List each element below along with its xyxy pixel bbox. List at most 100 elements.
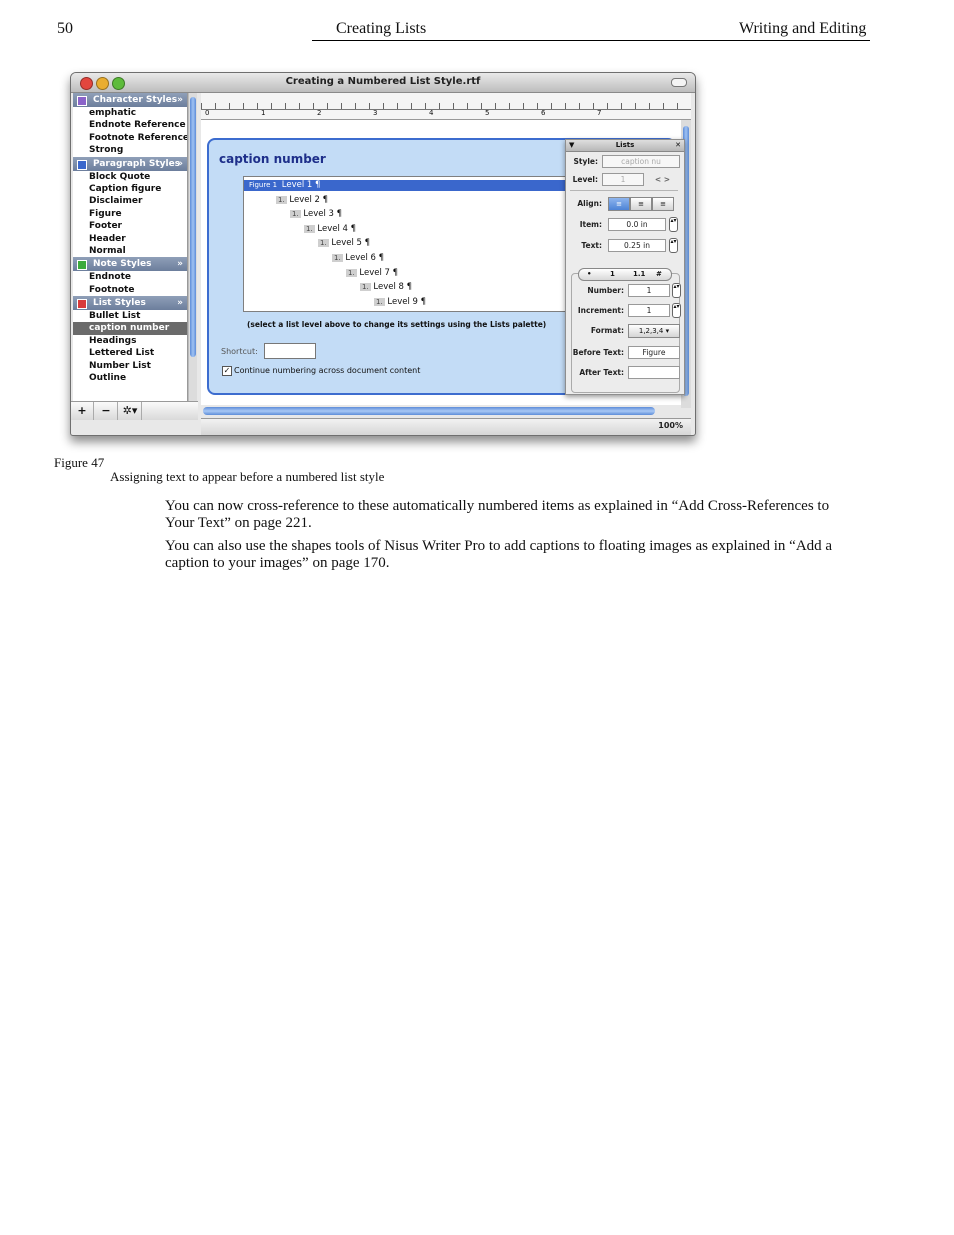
number-stepper[interactable]: ▴▾ — [672, 283, 681, 298]
item-indent-field[interactable]: 0.0 in — [608, 218, 666, 231]
style-actions-menu[interactable]: ✲▾ — [119, 402, 142, 420]
zoom-level[interactable]: 100% — [658, 421, 683, 430]
list-type-tab[interactable]: 1 — [610, 269, 615, 280]
style-popup[interactable]: caption nu — [602, 155, 680, 168]
window-titlebar: Creating a Numbered List Style.rtf — [71, 73, 695, 93]
align-right-icon[interactable]: ≡ — [652, 197, 674, 211]
sidebar-style-item[interactable]: caption number — [73, 322, 187, 335]
sidebar-section-title: Paragraph Styles — [93, 158, 181, 169]
sidebar-style-item[interactable]: Normal — [73, 245, 187, 257]
list-level-row[interactable]: Figure 1 Level 1 ¶ — [244, 180, 577, 191]
ruler-number: 1 — [261, 109, 266, 117]
list-level-row[interactable]: 1. Level 3 ¶ — [290, 209, 342, 220]
list-type-tab[interactable]: 1.1 — [633, 269, 645, 280]
list-levels-box[interactable]: Figure 1 Level 1 ¶ 1. Level 2 ¶ 1. Level 3… — [243, 176, 577, 312]
align-label: Align: — [577, 199, 602, 208]
add-style-button[interactable]: + — [71, 402, 94, 420]
level-prefix: 1. — [290, 210, 301, 219]
lists-palette: ▼ Lists ✕ Style: caption nu Level: 1 < >… — [565, 139, 685, 395]
separator — [570, 190, 678, 191]
level-prefix: 1. — [360, 283, 371, 292]
levels-hint: (select a list level above to change its… — [247, 320, 547, 329]
lists-palette-title: Lists — [615, 141, 635, 149]
toolbar-toggle-icon[interactable] — [671, 78, 687, 87]
ruler-number: 5 — [485, 109, 490, 117]
list-level-row[interactable]: 1. Level 8 ¶ — [360, 282, 412, 293]
sidebar-style-item[interactable]: Footer — [73, 220, 187, 232]
styles-sidebar: Character Styles» emphatic Endnote Referen… — [73, 93, 188, 401]
document-horizontal-scrollbar[interactable] — [203, 407, 655, 415]
header-rule — [312, 40, 870, 41]
increment-field[interactable]: 1 — [628, 304, 670, 317]
collapse-chevron-icon[interactable]: » — [177, 257, 183, 271]
after-text-field[interactable] — [628, 366, 680, 379]
list-type-tab[interactable]: # — [656, 269, 662, 280]
item-stepper[interactable]: ▴▾ — [669, 217, 678, 232]
sidebar-section-header[interactable]: List Styles » — [73, 296, 187, 311]
sidebar-style-item[interactable]: Headings — [73, 335, 187, 347]
sidebar-style-item[interactable]: Caption figure — [73, 183, 187, 195]
level-prefix: 1. — [276, 195, 287, 204]
ruler-number: 3 — [373, 109, 378, 117]
sidebar-style-item[interactable]: Figure — [73, 208, 187, 220]
level-arrows[interactable]: < > — [646, 175, 670, 184]
sidebar-style-item[interactable]: Header — [73, 233, 187, 245]
sidebar-section-title: Note Styles — [93, 259, 152, 270]
list-level-row[interactable]: 1. Level 2 ¶ — [276, 195, 328, 206]
style-label: Style: — [573, 157, 598, 166]
list-level-row[interactable]: 1. Level 9 ¶ — [374, 297, 426, 308]
list-level-row[interactable]: 1. Level 7 ¶ — [346, 268, 398, 279]
status-bar: 100% — [201, 418, 691, 435]
sidebar-scrollbar[interactable] — [188, 93, 197, 401]
level-field[interactable]: 1 — [602, 173, 644, 186]
text-stepper[interactable]: ▴▾ — [669, 238, 678, 253]
list-level-row[interactable]: 1. Level 4 ¶ — [304, 224, 356, 235]
ruler-number: 0 — [205, 109, 210, 117]
list-level-row[interactable]: 1. Level 6 ¶ — [332, 253, 384, 264]
format-popup[interactable]: 1,2,3,4 ▾ — [628, 324, 680, 338]
sidebar-style-item[interactable]: Number List — [73, 360, 187, 372]
sidebar-style-item[interactable]: Disclaimer — [73, 195, 187, 207]
level-label: Level 2 ¶ — [286, 194, 329, 205]
align-left-icon[interactable]: ≡ — [608, 197, 630, 211]
shortcut-label: Shortcut: — [221, 347, 258, 356]
list-type-tab[interactable]: • — [587, 269, 591, 280]
sidebar-style-item[interactable]: Strong — [73, 144, 187, 156]
window-title: Creating a Numbered List Style.rtf — [285, 76, 481, 87]
align-center-icon[interactable]: ≡ — [630, 197, 652, 211]
sidebar-style-item[interactable]: Endnote — [73, 271, 187, 283]
disclosure-triangle-icon[interactable]: ▼ — [569, 140, 574, 151]
increment-stepper[interactable]: ▴▾ — [672, 303, 681, 318]
level-label: Level 4 ¶ — [314, 223, 357, 234]
figure-caption: Assigning text to appear before a number… — [110, 469, 385, 484]
sidebar-style-item[interactable]: emphatic — [73, 107, 187, 119]
before-text-label: Before Text: — [572, 348, 624, 357]
sidebar-section-header[interactable]: Note Styles » — [73, 257, 187, 272]
sidebar-style-item[interactable]: Outline — [73, 372, 187, 384]
sidebar-style-item[interactable]: Footnote — [73, 284, 187, 296]
sidebar-section-header[interactable]: Character Styles» — [73, 93, 187, 107]
continue-numbering-checkbox[interactable]: ✓ — [222, 366, 232, 376]
close-palette-icon[interactable]: ✕ — [675, 140, 681, 151]
shortcut-field[interactable] — [264, 343, 316, 359]
remove-style-button[interactable]: − — [95, 402, 118, 420]
collapse-chevron-icon[interactable]: » — [177, 296, 183, 310]
level-prefix: 1. — [374, 297, 385, 306]
page-number: 50 — [57, 20, 73, 37]
collapse-chevron-icon[interactable]: » — [177, 93, 183, 107]
sidebar-section-header[interactable]: Paragraph Styles» — [73, 156, 187, 171]
level-label: Level 1 ¶ — [279, 180, 321, 190]
sidebar-style-item[interactable]: Bullet List — [73, 310, 187, 322]
collapse-chevron-icon[interactable]: » — [177, 157, 183, 171]
sidebar-style-item[interactable]: Block Quote — [73, 171, 187, 183]
ruler[interactable]: 0 1 2 3 4 5 6 7 — [201, 93, 691, 120]
sidebar-style-item[interactable]: Lettered List — [73, 347, 187, 359]
list-type-tabs[interactable]: • 1 1.1 # — [578, 268, 672, 281]
sidebar-style-item[interactable]: Endnote Reference — [73, 119, 187, 131]
text-indent-field[interactable]: 0.25 in — [608, 239, 666, 252]
list-level-row[interactable]: 1. Level 5 ¶ — [318, 238, 370, 249]
before-text-field[interactable]: Figure — [628, 346, 680, 359]
number-field[interactable]: 1 — [628, 284, 670, 297]
sidebar-style-item[interactable]: Footnote Reference — [73, 132, 187, 144]
sidebar-scroll-thumb[interactable] — [190, 97, 196, 357]
